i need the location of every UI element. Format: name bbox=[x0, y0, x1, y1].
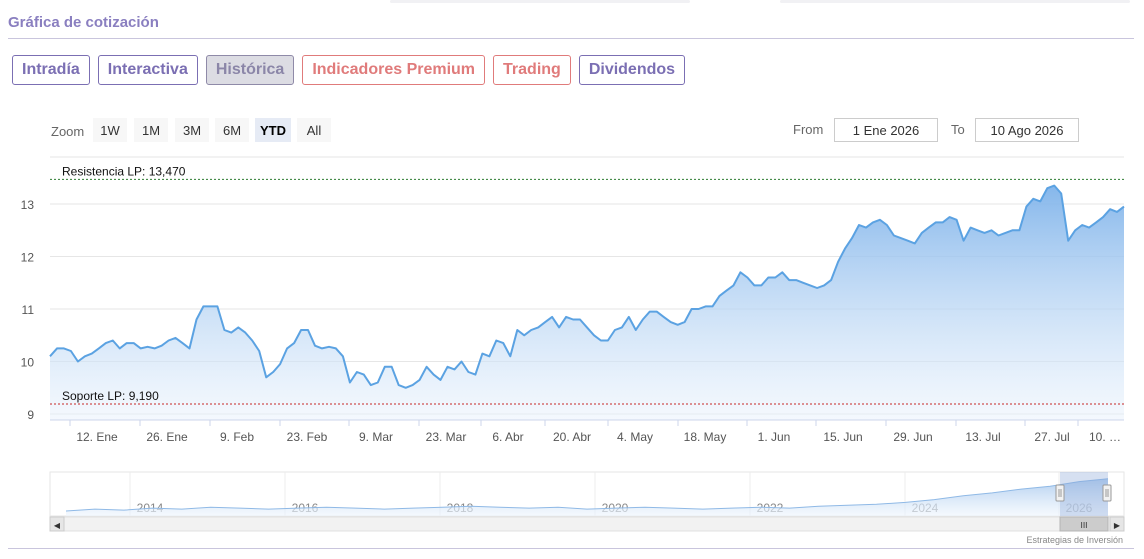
x-tick-label: 29. Jun bbox=[893, 430, 932, 444]
x-tick-label: 4. May bbox=[617, 430, 653, 444]
x-tick-label: 26. Ene bbox=[146, 430, 188, 444]
footer-divider bbox=[8, 548, 1134, 549]
support-line-label: Soporte LP: 9,190 bbox=[62, 389, 159, 403]
x-tick-label: 20. Abr bbox=[553, 430, 591, 444]
scroll-right-icon: ▶ bbox=[1114, 521, 1121, 530]
price-area bbox=[50, 185, 1124, 420]
x-tick-label: 12. Ene bbox=[76, 430, 118, 444]
resistance-line-label: Resistencia LP: 13,470 bbox=[62, 164, 186, 178]
y-tick-label: 13 bbox=[21, 198, 35, 212]
x-tick-label: 15. Jun bbox=[823, 430, 862, 444]
x-tick-label: 18. May bbox=[684, 430, 727, 444]
y-tick-label: 10 bbox=[21, 356, 35, 370]
scrollbar-grip-icon: III bbox=[1080, 521, 1087, 530]
x-tick-label: 10. … bbox=[1089, 430, 1121, 444]
scroll-left-icon: ◀ bbox=[54, 521, 61, 530]
x-tick-label: 27. Jul bbox=[1034, 430, 1069, 444]
x-tick-label: 6. Abr bbox=[492, 430, 523, 444]
chart-credit: Estrategias de Inversión bbox=[1026, 535, 1123, 545]
x-tick-label: 1. Jun bbox=[758, 430, 791, 444]
x-tick-label: 23. Feb bbox=[287, 430, 328, 444]
y-tick-label: 11 bbox=[22, 303, 35, 317]
x-tick-label: 13. Jul bbox=[965, 430, 1000, 444]
navigator-left-handle[interactable] bbox=[1055, 484, 1065, 502]
scrollbar-track[interactable] bbox=[49, 516, 1125, 532]
x-tick-label: 23. Mar bbox=[426, 430, 467, 444]
price-chart: 9 10 11 12 13 Resistencia LP: 13,470 Soporte … bbox=[21, 156, 1125, 545]
navigator-right-handle[interactable] bbox=[1102, 484, 1112, 502]
navigator-selected-range[interactable] bbox=[1060, 472, 1108, 516]
x-tick-label: 9. Feb bbox=[220, 430, 254, 444]
y-tick-label: 9 bbox=[27, 408, 34, 422]
x-tick-label: 9. Mar bbox=[359, 430, 393, 444]
y-tick-label: 12 bbox=[21, 251, 35, 265]
